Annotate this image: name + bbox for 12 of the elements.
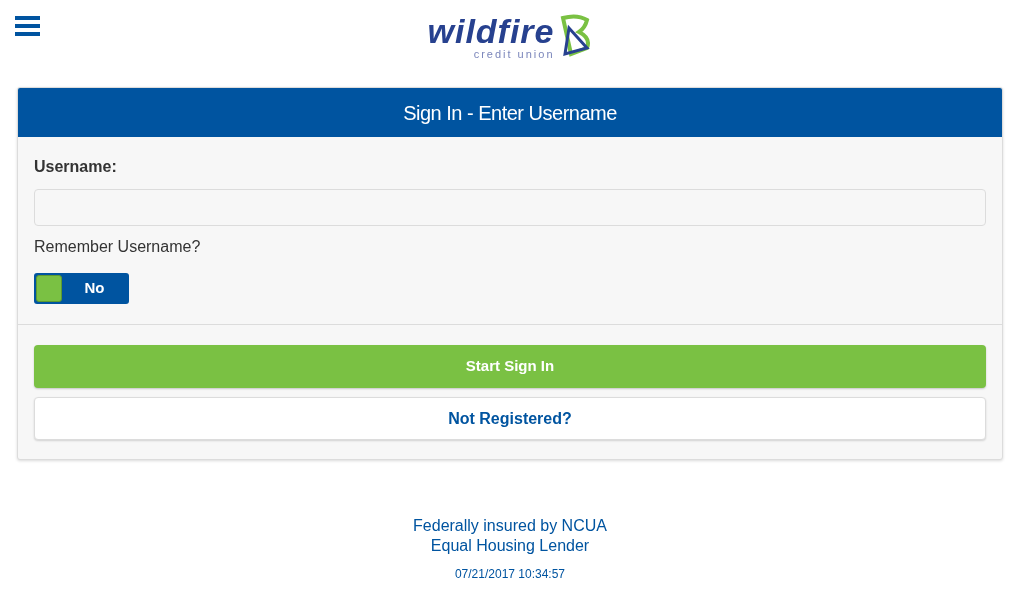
remember-toggle[interactable]: No — [34, 273, 129, 304]
footer-text: Federally insured by NCUA — [413, 516, 607, 536]
timestamp: 07/21/2017 10:34:57 — [454, 566, 566, 583]
footer-text: Equal Housing Lender — [430, 536, 590, 556]
card-title: Sign In - Enter Username — [403, 100, 617, 126]
menu-icon[interactable] — [15, 16, 40, 36]
username-label: Username: — [34, 157, 118, 177]
remember-label: Remember Username? — [34, 237, 202, 257]
logo-tagline: credit union — [473, 48, 555, 60]
register-button[interactable]: Not Registered? — [34, 397, 986, 440]
username-field[interactable] — [34, 189, 986, 226]
logo-wordmark: wildfire — [427, 14, 555, 48]
